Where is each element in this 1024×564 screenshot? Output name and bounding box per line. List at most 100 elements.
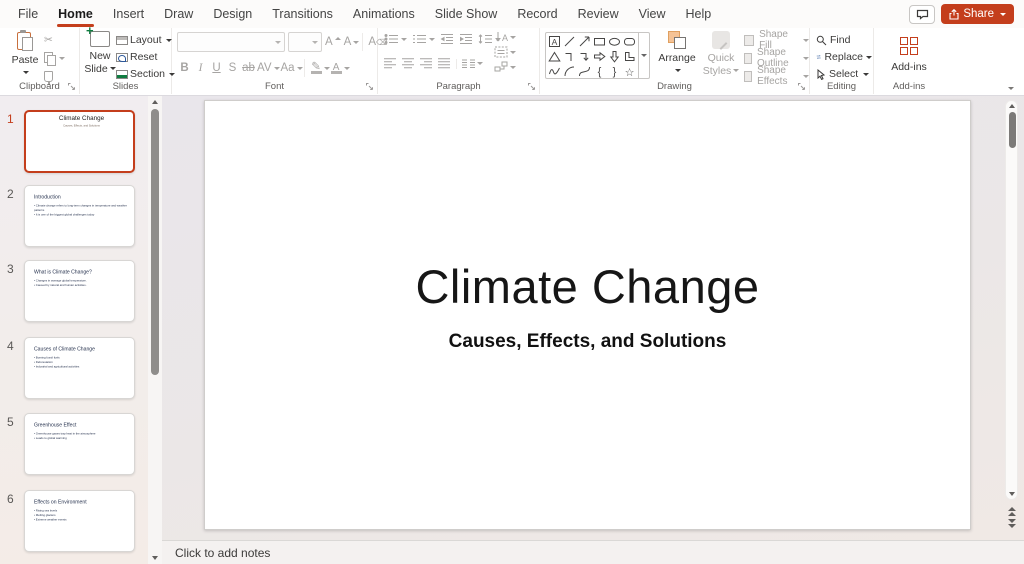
clipboard-dialog-launcher[interactable] xyxy=(67,82,76,91)
shape-curve-icon[interactable] xyxy=(577,64,592,79)
shape-elbow-connector-icon[interactable] xyxy=(562,49,577,64)
notes-area[interactable]: Click to add notes xyxy=(162,540,1024,564)
new-slide-button[interactable]: New Slide xyxy=(84,23,116,75)
shape-l-shape-icon[interactable] xyxy=(622,49,637,64)
align-text-button[interactable] xyxy=(494,46,516,58)
font-size-select[interactable] xyxy=(288,32,322,52)
replace-button[interactable]: Replace xyxy=(816,51,872,63)
slide-canvas[interactable]: Climate Change Causes, Effects, and Solu… xyxy=(204,100,971,530)
tab-transitions[interactable]: Transitions xyxy=(262,0,343,28)
quick-styles-button[interactable]: Quick Styles xyxy=(700,31,742,77)
shape-arrow-right-icon[interactable] xyxy=(592,49,607,64)
shape-rectangle-icon[interactable] xyxy=(592,34,607,49)
font-name-select[interactable] xyxy=(177,32,285,52)
quick-styles-icon xyxy=(712,31,730,49)
shape-left-brace-icon[interactable]: { xyxy=(592,64,607,79)
shape-outline-button[interactable]: Shape Outline xyxy=(744,47,809,69)
cut-button[interactable]: ✂ xyxy=(44,33,65,47)
tab-home[interactable]: Home xyxy=(48,0,103,28)
tab-file[interactable]: File xyxy=(8,0,48,28)
align-left-button[interactable] xyxy=(384,58,397,69)
select-button[interactable]: Select xyxy=(816,68,872,80)
share-button[interactable]: Share xyxy=(941,4,1014,24)
shape-arc-icon[interactable] xyxy=(562,64,577,79)
tab-draw[interactable]: Draw xyxy=(154,0,203,28)
slide-thumbnail-4[interactable]: Causes of Climate Change Burning fossil … xyxy=(24,337,135,399)
tab-help[interactable]: Help xyxy=(675,0,721,28)
scrollbar-thumb[interactable] xyxy=(151,109,159,375)
paragraph-dialog-launcher[interactable] xyxy=(527,82,536,91)
canvas-vertical-scrollbar[interactable] xyxy=(1005,100,1018,500)
reset-button[interactable]: Reset xyxy=(116,50,175,64)
increase-indent-button[interactable] xyxy=(459,33,473,45)
align-right-button[interactable] xyxy=(420,58,433,69)
slide-thumbnail-6[interactable]: Effects on Environment Rising sea levels… xyxy=(24,490,135,552)
tab-design[interactable]: Design xyxy=(203,0,262,28)
scrollbar-thumb[interactable] xyxy=(1009,112,1016,148)
tab-animations[interactable]: Animations xyxy=(343,0,425,28)
collapse-ribbon-button[interactable] xyxy=(1008,87,1014,90)
bullets-button[interactable] xyxy=(384,33,407,45)
font-color-button[interactable]: A xyxy=(330,59,350,77)
shape-arrow-icon[interactable] xyxy=(577,34,592,49)
drawing-dialog-launcher[interactable] xyxy=(797,82,806,91)
decrease-indent-button[interactable] xyxy=(440,33,454,45)
text-shadow-button[interactable]: S xyxy=(225,59,240,77)
shape-star-icon[interactable]: ☆ xyxy=(622,64,637,79)
shape-oval-icon[interactable] xyxy=(607,34,622,49)
find-button[interactable]: Find xyxy=(816,34,872,46)
tab-view[interactable]: View xyxy=(629,0,676,28)
shape-fill-button[interactable]: Shape Fill xyxy=(744,29,809,51)
tab-slide-show[interactable]: Slide Show xyxy=(425,0,508,28)
font-dialog-launcher[interactable] xyxy=(365,82,374,91)
shape-right-brace-icon[interactable]: } xyxy=(607,64,622,79)
tab-review[interactable]: Review xyxy=(568,0,629,28)
shape-line-icon[interactable] xyxy=(562,34,577,49)
copy-button[interactable] xyxy=(44,51,65,66)
scroll-up-arrow-icon[interactable] xyxy=(1008,104,1015,108)
slide-thumbnail-2[interactable]: Introduction Climate change refers to lo… xyxy=(24,185,135,247)
align-center-button[interactable] xyxy=(402,58,415,69)
shape-freeform-icon[interactable] xyxy=(547,64,562,79)
shape-gallery-more-button[interactable] xyxy=(638,33,649,78)
numbering-button[interactable] xyxy=(412,33,435,45)
slide-thumbnail-3[interactable]: What is Climate Change? Changes in avera… xyxy=(24,260,135,322)
comments-button[interactable] xyxy=(909,4,936,24)
underline-button[interactable]: U xyxy=(209,59,224,77)
previous-slide-button[interactable] xyxy=(1007,506,1016,516)
add-ins-button[interactable]: Add-ins xyxy=(891,31,927,74)
shape-elbow-arrow-connector-icon[interactable] xyxy=(577,49,592,64)
character-spacing-button[interactable]: AV xyxy=(257,59,280,77)
arrange-button[interactable]: Arrange xyxy=(654,31,700,77)
change-case-button[interactable]: Aa xyxy=(281,59,303,77)
next-slide-button[interactable] xyxy=(1007,519,1016,529)
bold-button[interactable]: B xyxy=(177,59,192,77)
slide-thumbnail-1[interactable]: Climate Change Causes, Effects, and Solu… xyxy=(24,110,135,173)
increase-font-size-button[interactable]: A xyxy=(325,33,341,51)
shape-text-box-icon[interactable]: A xyxy=(547,34,562,49)
paste-button[interactable]: Paste xyxy=(8,30,42,79)
text-highlight-button[interactable]: ✎ xyxy=(303,59,330,77)
thumbnail-panel-scrollbar[interactable] xyxy=(148,96,162,564)
layout-button[interactable]: Layout xyxy=(116,33,175,47)
shape-rounded-rectangle-icon[interactable] xyxy=(622,34,637,49)
slide-title-text[interactable]: Climate Change xyxy=(205,259,970,314)
section-button[interactable]: Section xyxy=(116,67,176,81)
justify-button[interactable] xyxy=(438,58,451,69)
strikethrough-button[interactable]: ab xyxy=(241,59,256,77)
slide-thumbnail-5[interactable]: Greenhouse Effect Greenhouse gases trap … xyxy=(24,413,135,475)
arrange-button-label: Arrange xyxy=(658,52,696,64)
scroll-up-arrow-icon[interactable] xyxy=(152,100,158,104)
shape-arrow-down-icon[interactable] xyxy=(607,49,622,64)
columns-button[interactable] xyxy=(456,58,483,69)
scroll-down-arrow-icon[interactable] xyxy=(152,556,158,560)
scroll-down-arrow-icon[interactable] xyxy=(1008,492,1015,496)
convert-to-smartart-button[interactable] xyxy=(494,61,516,73)
shape-triangle-icon[interactable] xyxy=(547,49,562,64)
slide-subtitle-text[interactable]: Causes, Effects, and Solutions xyxy=(205,331,970,353)
decrease-font-size-button[interactable]: A xyxy=(344,33,360,51)
tab-insert[interactable]: Insert xyxy=(103,0,154,28)
italic-button[interactable]: I xyxy=(193,59,208,77)
text-direction-button[interactable]: A xyxy=(494,31,516,43)
tab-record[interactable]: Record xyxy=(507,0,567,28)
